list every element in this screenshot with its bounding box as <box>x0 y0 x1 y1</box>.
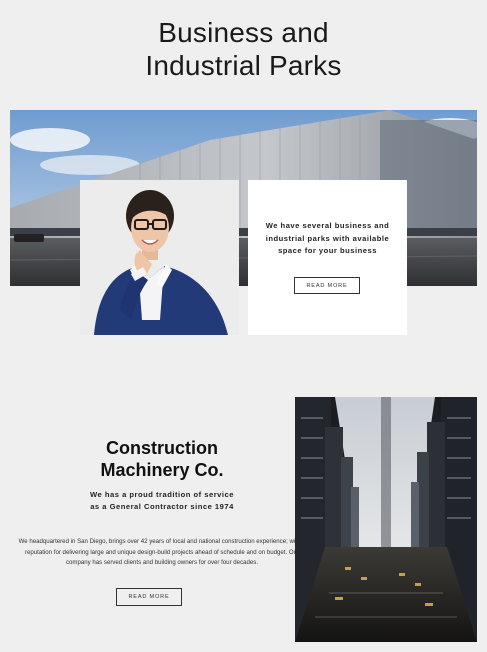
read-more-button[interactable]: READ MORE <box>294 277 360 294</box>
promo-card: We have several business and industrial … <box>248 180 407 335</box>
city-skyscrapers-image <box>295 397 477 642</box>
company-tagline: We has a proud tradition of service as a… <box>50 489 274 513</box>
company-title-line-1: Construction <box>106 438 218 458</box>
page-title: Business and Industrial Parks <box>0 16 487 82</box>
page-title-line-2: Industrial Parks <box>145 50 342 81</box>
company-title: Construction Machinery Co. <box>50 437 274 481</box>
businesswoman-illustration <box>80 180 239 335</box>
page-title-line-1: Business and <box>158 17 329 48</box>
company-tagline-line-1: We has a proud tradition of service <box>90 490 234 499</box>
company-tagline-line-2: as a General Contractor since 1974 <box>90 502 234 511</box>
company-title-line-2: Machinery Co. <box>100 460 224 480</box>
promo-text: We have several business and industrial … <box>265 221 390 255</box>
company-description: We headquartered in San Diego, brings ov… <box>18 538 306 567</box>
portrait-image <box>80 180 239 335</box>
city-illustration <box>295 397 477 642</box>
company-read-more-button[interactable]: READ MORE <box>116 588 182 606</box>
